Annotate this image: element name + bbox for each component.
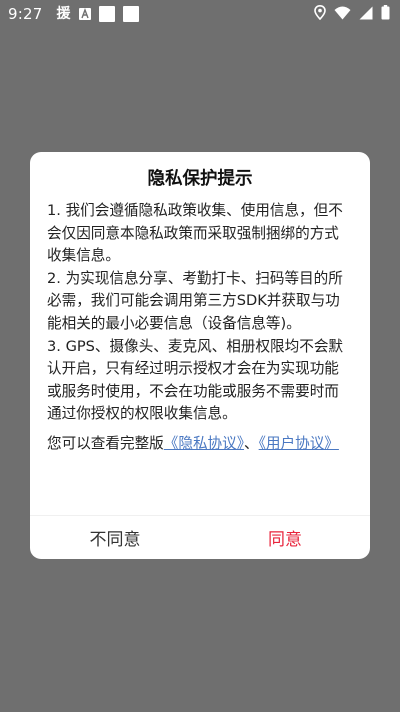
- status-time: 9:27: [8, 5, 43, 23]
- link-prefix: 您可以查看完整版: [47, 434, 164, 452]
- agreement-links-line: 您可以查看完整版《隐私协议》、《用户协议》: [47, 433, 353, 456]
- privacy-policy-link[interactable]: 《隐私协议》: [164, 435, 244, 452]
- dialog-body: 1. 我们会遵循隐私政策收集、使用信息，但不会仅因同意本隐私政策而采取强制捆绑的…: [47, 200, 353, 456]
- privacy-paragraph-3: 3. GPS、摄像头、麦克风、相册权限均不会默认开启，只有经过明示授权才会在为实…: [47, 337, 344, 423]
- text-a-icon: [78, 8, 91, 21]
- signal-icon: [359, 5, 373, 24]
- privacy-paragraph-2: 2. 为实现信息分享、考勤打卡、扫码等目的所必需，我们可能会调用第三方SDK并获…: [47, 269, 343, 332]
- privacy-paragraph-1: 1. 我们会遵循隐私政策收集、使用信息，但不会仅因同意本隐私政策而采取强制捆绑的…: [47, 202, 343, 265]
- white-square-icon: [123, 6, 140, 22]
- battery-icon: [381, 4, 390, 24]
- notification-icons: 援: [56, 6, 140, 22]
- status-bar: 9:27 援: [0, 0, 400, 28]
- user-agreement-link[interactable]: 《用户协议》: [259, 435, 339, 452]
- privacy-dialog: 隐私保护提示 1. 我们会遵循隐私政策收集、使用信息，但不会仅因同意本隐私政策而…: [30, 152, 370, 559]
- wifi-icon: [334, 5, 351, 24]
- agree-button[interactable]: 同意: [200, 516, 370, 559]
- location-icon: [314, 4, 326, 24]
- white-square-icon: [99, 6, 116, 22]
- notification-app-icon: 援: [56, 6, 71, 22]
- link-separator: 、: [244, 434, 259, 452]
- disagree-button[interactable]: 不同意: [30, 516, 200, 559]
- system-icons: [314, 4, 390, 24]
- dialog-title: 隐私保护提示: [147, 169, 253, 189]
